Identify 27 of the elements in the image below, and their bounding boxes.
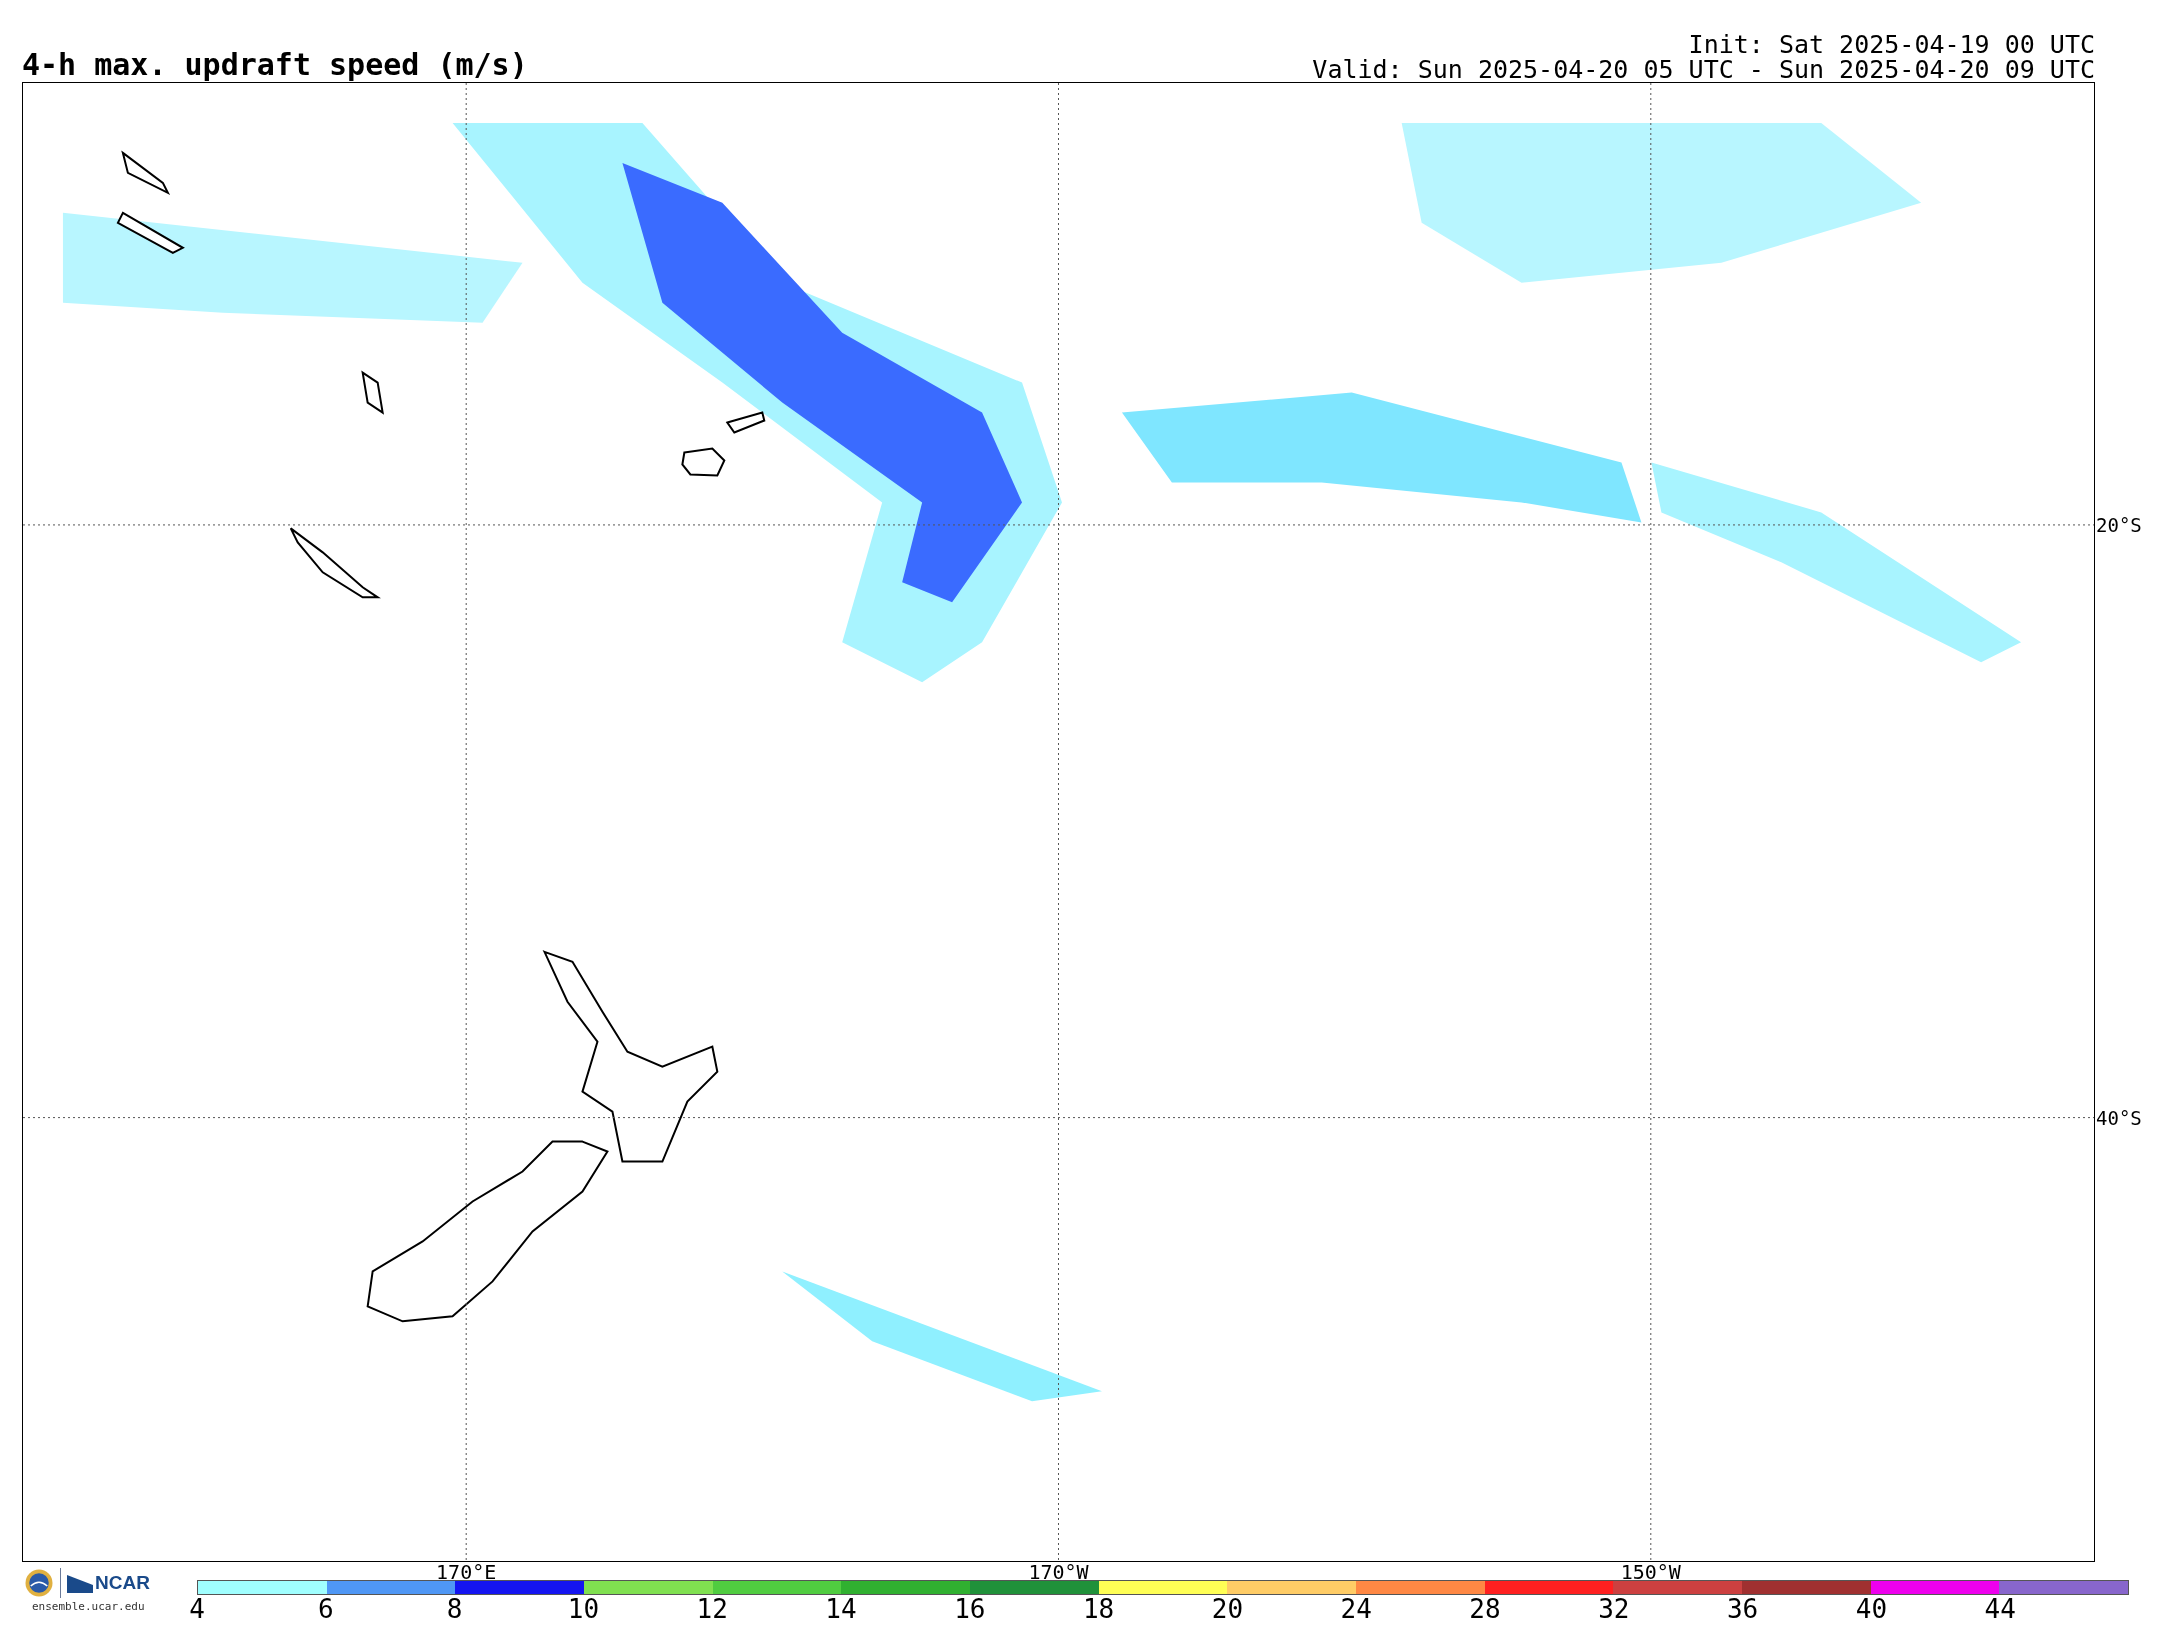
plot-title: 4-h max. updraft speed (m/s)	[22, 48, 528, 80]
longitude-label: 170°W	[1028, 1562, 1089, 1582]
valid-time: Valid: Sun 2025-04-20 05 UTC - Sun 2025-04-20 09 UTC	[1312, 57, 2095, 82]
longitude-label: 150°W	[1620, 1562, 1681, 1582]
site-url: ensemble.ucar.edu	[31, 1600, 146, 1613]
colorbar-tick-label: 18	[1082, 1596, 1115, 1622]
colorbar-tick-label: 20	[1211, 1596, 1244, 1622]
ncar-logo-text: NCAR	[95, 1572, 150, 1594]
colorbar-tick-label: 6	[317, 1596, 334, 1622]
colorbar-tick-label: 8	[446, 1596, 463, 1622]
seal-icon	[24, 1568, 54, 1598]
init-time: Init: Sat 2025-04-19 00 UTC	[1688, 32, 2095, 57]
colorbar-tick-label: 14	[825, 1596, 857, 1622]
longitude-label: 170°E	[436, 1562, 497, 1582]
colorbar-tick-label: 10	[567, 1596, 600, 1622]
colorbar-tick-label: 32	[1598, 1596, 1630, 1622]
colorbar-tick-label: 16	[954, 1596, 986, 1622]
colorbar-tick-label: 12	[696, 1596, 728, 1622]
colorbar-tick-label: 40	[1855, 1596, 1888, 1622]
colorbar-tick-label: 28	[1469, 1596, 1501, 1622]
colorbar-tick-label: 36	[1726, 1596, 1759, 1622]
latitude-label: 20°S	[2096, 515, 2142, 535]
colorbar-tick-label: 24	[1340, 1596, 1372, 1622]
colorbar-tick-label: 44	[1984, 1596, 2016, 1622]
latitude-label: 40°S	[2096, 1108, 2142, 1128]
ncar-logo-icon	[67, 1573, 93, 1593]
colorbar-tick-label: 4	[189, 1596, 205, 1622]
